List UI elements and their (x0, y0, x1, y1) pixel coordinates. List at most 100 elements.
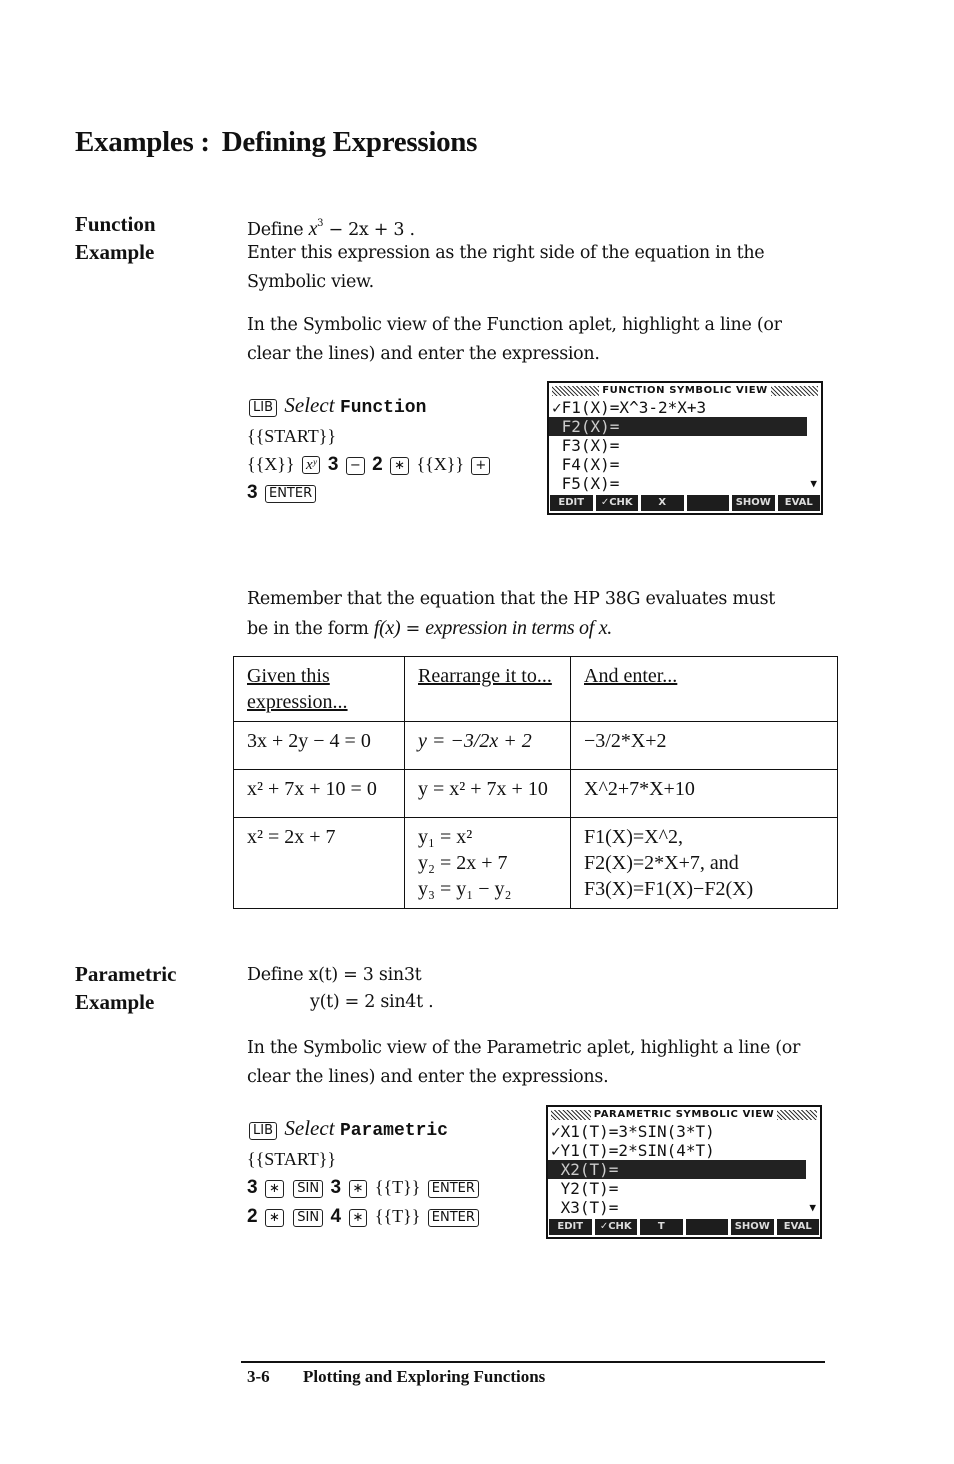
screen-line: ✓X1(T)=3*SIN(3*T) (551, 1122, 715, 1141)
function-instructions: In the Symbolic view of the Function apl… (247, 315, 782, 364)
t-softkey: {{T}} (374, 1177, 421, 1197)
footer-divider (241, 1361, 825, 1363)
title-left: Examples : (75, 126, 210, 158)
italic-text: expression in terms of x. (425, 617, 612, 639)
menu-show: SHOW (731, 1219, 774, 1235)
cell-line: y₁ = x² (418, 826, 473, 848)
enter-key: ENTER (427, 1180, 479, 1198)
function-intro: Enter this expression as the right side … (247, 243, 765, 292)
cell-rearranged: y = −3/2x + 2 (404, 721, 571, 770)
enter-key: ENTER (264, 485, 317, 503)
header-text: Rearrange it to... (418, 665, 552, 687)
sin-key: SIN (293, 1180, 324, 1198)
digit: 3 (247, 482, 258, 503)
multiply-key: ∗ (264, 1180, 284, 1198)
parametric-instructions: In the Symbolic view of the Parametric a… (247, 1038, 801, 1087)
keystroke-line: LIB Select Parametric (247, 1114, 481, 1145)
lib-key: LIB (249, 1122, 277, 1140)
define-prefix: Define (247, 220, 304, 240)
keystroke-line: 3 ∗ SIN 3 ∗ {{T}} ENTER (247, 1173, 481, 1202)
cell-line: F1(X)=X^2, (584, 826, 683, 848)
parametric-symbolic-screen: PARAMETRIC SYMBOLIC VIEW ✓X1(T)=3*SIN(3*… (546, 1105, 822, 1239)
parametric-keystrokes: LIB Select Parametric {{START}} 3 ∗ SIN … (247, 1114, 481, 1231)
menu-var: T (640, 1219, 683, 1235)
sin-key: SIN (293, 1209, 324, 1227)
remember-line-1: Remember that the equation that the HP 3… (247, 589, 776, 609)
menu-eval: EVAL (777, 495, 820, 511)
select-word: Select (284, 1116, 335, 1140)
scroll-down-icon: ▼ (809, 1201, 816, 1214)
chapter-title: Plotting and Exploring Functions (303, 1367, 546, 1386)
menu-blank (685, 1219, 728, 1235)
header-text: And enter... (584, 665, 678, 687)
cell-line: y₂ = 2x + 7 (418, 852, 508, 874)
keystroke-line: 2 ∗ SIN 4 ∗ {{T}} ENTER (247, 1202, 481, 1231)
expr-var: x (308, 218, 318, 240)
digit: 3 (247, 1177, 258, 1198)
cell-given: 3x + 2y − 4 = 0 (233, 721, 405, 770)
screen-title: FUNCTION SYMBOLIC VIEW (602, 385, 768, 396)
cell-given: x² = 2x + 7 (233, 817, 405, 909)
menu-eval: EVAL (776, 1219, 819, 1235)
digit: 2 (247, 1206, 258, 1227)
side-label-line: Example (75, 240, 155, 264)
screen-title-bar: PARAMETRIC SYMBOLIC VIEW (548, 1107, 820, 1122)
x-softkey: {{X}} (416, 454, 465, 474)
plus-key: + (471, 457, 491, 475)
menu-edit: EDIT (549, 1219, 592, 1235)
enter-key: ENTER (427, 1209, 479, 1227)
keystroke-line: {{X}} xʸ 3 − 2 ∗ {{X}} + (247, 450, 492, 479)
digit: 3 (327, 454, 339, 475)
expr-rest: − 2x + 3 . (323, 220, 415, 240)
text: be in the form (247, 619, 374, 639)
title-right: Defining Expressions (221, 126, 478, 158)
side-label-line: Example (75, 990, 155, 1014)
table-header-row: Given this expression... Rearrange it to… (233, 656, 838, 722)
select-target: Parametric (339, 1121, 448, 1141)
screen-line-highlighted: F2(X)= (549, 417, 807, 436)
menu-check: ✓CHK (594, 1219, 637, 1235)
side-label-line: Function (75, 212, 156, 236)
digit: 4 (330, 1206, 342, 1227)
menu-var: X (641, 495, 684, 511)
parametric-example-label: Parametric Example (75, 960, 176, 1016)
start-softkey: {{START}} (247, 426, 337, 446)
screen-line-highlighted: X2(T)= (548, 1160, 806, 1179)
table-row: 3x + 2y − 4 = 0 y = −3/2x + 2 −3/2*X+2 (233, 721, 838, 770)
screen-line: F5(X)= ▼ (549, 474, 821, 493)
screen-line: F4(X)= (552, 455, 620, 474)
menu-edit: EDIT (550, 495, 593, 511)
digit: 3 (330, 1177, 342, 1198)
multiply-key: ∗ (390, 457, 410, 475)
t-softkey: {{T}} (374, 1206, 421, 1226)
cell-rearranged: y₁ = x² y₂ = 2x + 7 y₃ = y₁ − y₂ (404, 817, 571, 909)
side-label-line: Parametric (75, 962, 177, 986)
cell-enter: X^2+7*X+10 (570, 769, 838, 818)
screen-menu: EDIT ✓CHK T SHOW EVAL (548, 1217, 820, 1237)
cell-line: y₃ = y₁ − y₂ (418, 878, 512, 900)
expression-table: Given this expression... Rearrange it to… (233, 656, 838, 909)
start-softkey: {{START}} (247, 1149, 337, 1169)
x-softkey: {{X}} (247, 454, 295, 474)
digit: 2 (372, 454, 383, 475)
page-number: 3-6 (247, 1367, 270, 1386)
remember-line-2: be in the form f(x) = expression in term… (247, 614, 827, 644)
cell-enter: −3/2*X+2 (570, 721, 838, 770)
header-text: Given this expression... (247, 665, 348, 713)
screen-line: ✓Y1(T)=2*SIN(4*T) (551, 1141, 715, 1160)
multiply-key: ∗ (348, 1180, 368, 1198)
lib-key: LIB (249, 399, 277, 417)
table-header: Given this expression... (233, 656, 405, 722)
cell-given: x² + 7x + 10 = 0 (233, 769, 405, 818)
table-row: x² = 2x + 7 y₁ = x² y₂ = 2x + 7 y₃ = y₁ … (233, 817, 838, 909)
power-key: xʸ (301, 456, 321, 474)
screen-title: PARAMETRIC SYMBOLIC VIEW (593, 1109, 775, 1120)
keystroke-line: LIB Select Function (247, 391, 492, 422)
screen-line: ✓F1(X)=X^3-2*X+3 (552, 398, 707, 417)
scroll-down-icon: ▼ (810, 477, 817, 490)
fx: f(x) (373, 617, 401, 639)
table-row: x² + 7x + 10 = 0 y = x² + 7x + 10 X^2+7*… (233, 769, 838, 818)
screen-line: X3(T)= ▼ (548, 1198, 820, 1217)
screen-line-text: F5(X)= (552, 474, 620, 493)
keystroke-line: 3 ENTER (247, 479, 492, 507)
